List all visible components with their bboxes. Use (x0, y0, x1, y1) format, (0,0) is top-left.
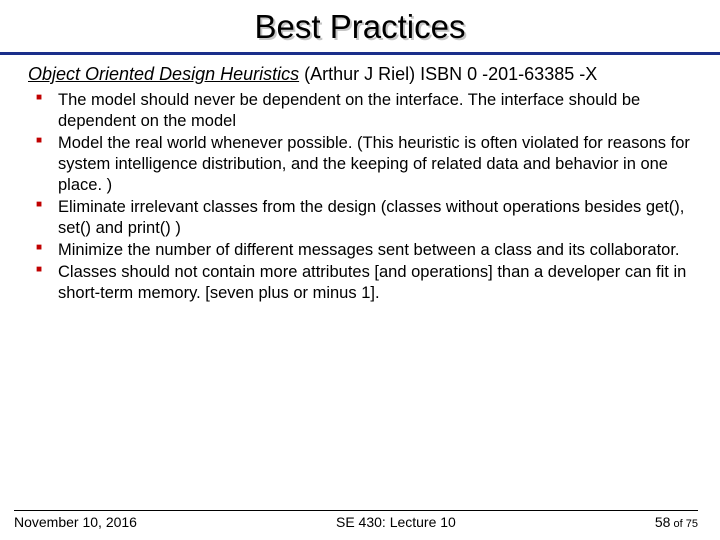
footer-course: SE 430: Lecture 10 (336, 514, 456, 530)
list-item: The model should never be dependent on t… (36, 90, 698, 132)
reference-line: Object Oriented Design Heuristics (Arthu… (62, 63, 698, 86)
page-sep: of (670, 518, 685, 530)
book-title: Object Oriented Design Heuristics (28, 64, 299, 84)
list-item: Classes should not contain more attribut… (36, 262, 698, 304)
list-item: Minimize the number of different message… (36, 240, 698, 261)
footer-divider (14, 510, 698, 511)
footer: November 10, 2016 SE 430: Lecture 10 58 … (0, 514, 720, 530)
slide-title: Best Practices (0, 8, 720, 52)
footer-date: November 10, 2016 (14, 514, 137, 530)
bullet-list: The model should never be dependent on t… (28, 90, 698, 305)
content-area: Object Oriented Design Heuristics (Arthu… (0, 55, 720, 305)
list-item: Model the real world whenever possible. … (36, 133, 698, 196)
book-meta: (Arthur J Riel) ISBN 0 -201-63385 -X (299, 64, 597, 84)
list-item: Eliminate irrelevant classes from the de… (36, 197, 698, 239)
footer-page: 58 of 75 (655, 514, 698, 530)
page-current: 58 (655, 514, 671, 530)
page-total: 75 (686, 518, 698, 530)
slide: Best Practices Object Oriented Design He… (0, 0, 720, 540)
